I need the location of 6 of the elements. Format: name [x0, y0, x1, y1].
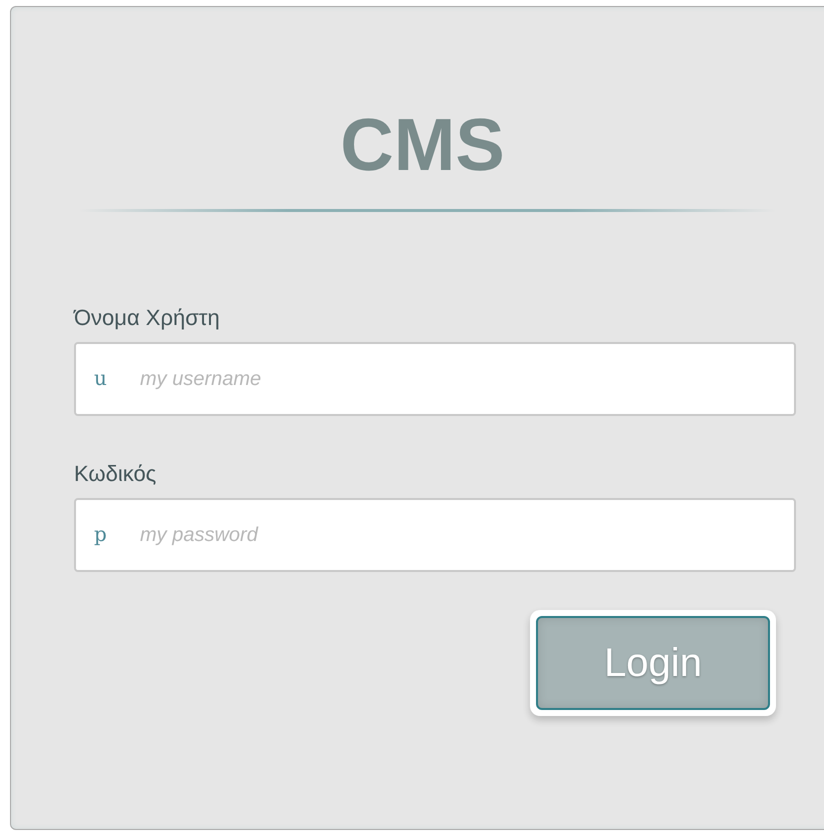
app-title: CMS	[339, 105, 506, 185]
login-button[interactable]: Login	[536, 616, 770, 710]
field-icon: u	[94, 366, 107, 390]
field-icon: p	[94, 522, 107, 546]
field-label: Κωδικός	[74, 460, 158, 488]
field-label: Όνομα Χρήστη	[74, 304, 221, 332]
